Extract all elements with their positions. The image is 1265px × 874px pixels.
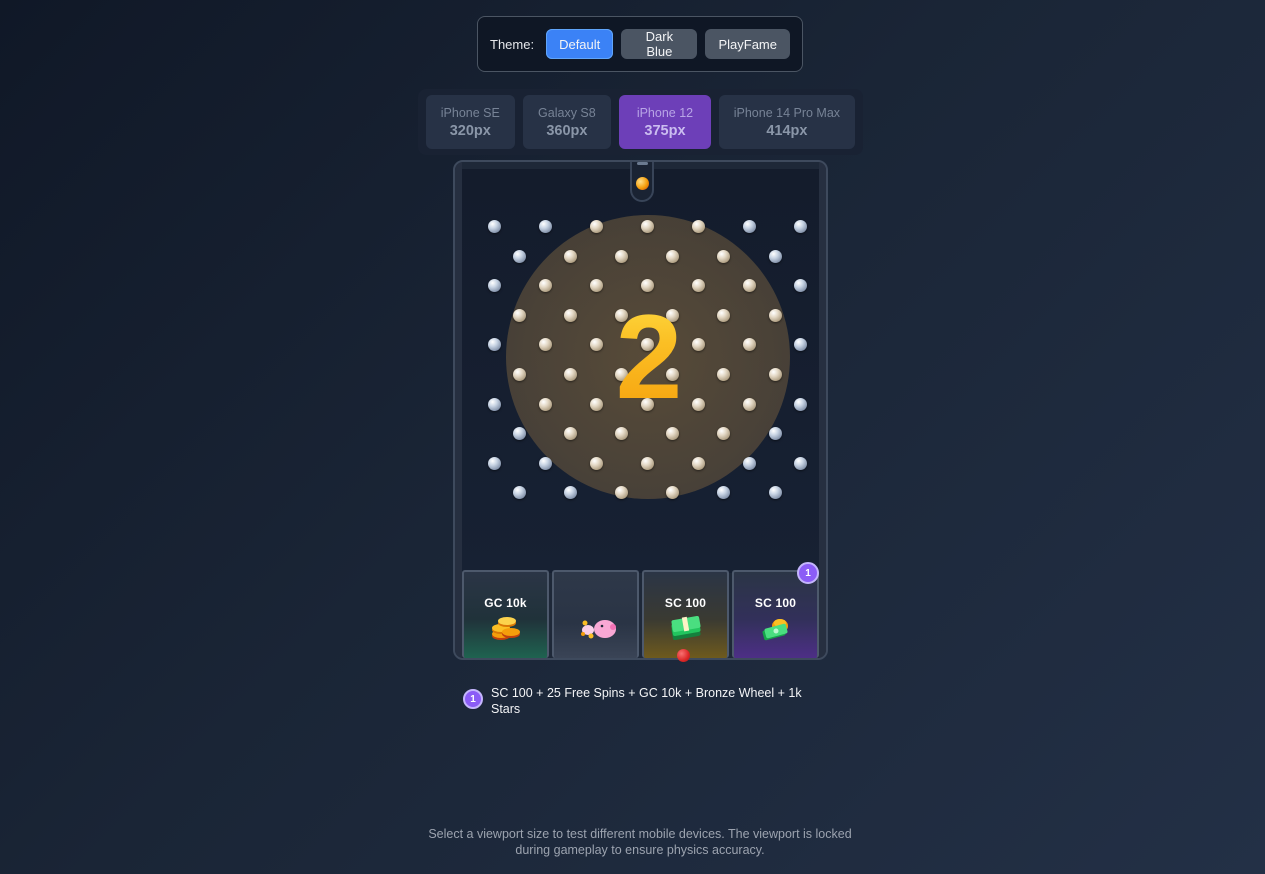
right-rail	[819, 162, 826, 658]
peg	[487, 397, 501, 411]
peg	[743, 397, 756, 411]
countdown-number: 2	[562, 287, 736, 427]
peg	[794, 397, 808, 411]
peg	[513, 427, 526, 441]
peg	[768, 368, 782, 381]
legend-badge: 1	[463, 689, 483, 709]
peg	[717, 486, 731, 500]
prize-slot	[552, 570, 639, 658]
device-iphone-se-button[interactable]: iPhone SE 320px	[426, 95, 515, 149]
device-galaxy-s8-button[interactable]: Galaxy S8 360px	[522, 95, 612, 149]
peg	[768, 486, 782, 500]
device-iphone-14-pro-max-button[interactable]: iPhone 14 Pro Max 414px	[718, 95, 856, 149]
game-viewport[interactable]: 2 GC 10k SC 100 SC 100	[453, 160, 828, 660]
peg	[487, 220, 501, 233]
peg-board: 2	[462, 169, 819, 573]
peg	[768, 427, 782, 441]
peg	[794, 279, 808, 293]
device-iphone-12-button[interactable]: iPhone 12 375px	[619, 95, 711, 149]
legend-text: SC 100 + 25 Free Spins + GC 10k + Bronze…	[491, 686, 802, 716]
cash-stack-icon	[669, 614, 703, 642]
device-size: 414px	[766, 122, 808, 139]
slot-badge: 1	[797, 562, 819, 584]
peg	[615, 249, 629, 263]
peg	[538, 220, 552, 233]
prize-slots: GC 10k SC 100 SC 100	[462, 570, 819, 658]
peg	[768, 308, 782, 322]
left-rail	[455, 162, 462, 658]
device-selector: iPhone SE 320px Galaxy S8 360px iPhone 1…	[418, 89, 863, 155]
peg	[513, 486, 526, 500]
theme-selector: Theme: Default Dark Blue PlayFame	[477, 16, 803, 72]
prize-slot: SC 100	[642, 570, 729, 658]
device-size: 320px	[449, 122, 491, 139]
prize-legend: 1 SC 100 + 25 Free Spins + GC 10k + Bron…	[463, 685, 823, 717]
gold-coins-icon	[489, 614, 523, 642]
theme-dark-blue-button[interactable]: Dark Blue	[621, 29, 698, 59]
device-name: iPhone 14 Pro Max	[733, 105, 841, 120]
peg	[487, 279, 501, 293]
peg	[589, 456, 603, 470]
peg	[717, 249, 731, 263]
peg	[691, 456, 705, 470]
peg	[538, 279, 552, 293]
peg	[666, 249, 680, 263]
peg	[487, 456, 501, 470]
peg	[640, 220, 654, 233]
dropper-cap	[637, 162, 648, 165]
peg	[794, 456, 808, 470]
peg	[564, 486, 578, 500]
peg	[513, 368, 526, 381]
slot-label: SC 100	[754, 596, 797, 610]
device-name: iPhone 12	[636, 105, 694, 120]
device-name: Galaxy S8	[538, 105, 596, 120]
prize-slot: GC 10k	[462, 570, 549, 658]
device-size: 360px	[546, 122, 588, 139]
peg	[640, 456, 654, 470]
peg	[794, 220, 808, 233]
peg	[564, 249, 578, 263]
peg	[691, 220, 705, 233]
theme-label: Theme:	[490, 36, 535, 52]
peg	[666, 486, 680, 500]
ball	[636, 177, 649, 190]
ball-dropper[interactable]	[630, 162, 654, 202]
peg	[768, 249, 782, 263]
viewport-info-text: Select a viewport size to test different…	[428, 827, 852, 857]
cash-bag-icon	[759, 614, 793, 642]
peg	[589, 220, 603, 233]
device-name: iPhone SE	[440, 105, 500, 120]
peg	[743, 220, 756, 233]
slot-label: GC 10k	[484, 596, 527, 610]
peg	[538, 397, 552, 411]
peg	[513, 249, 526, 263]
peg	[743, 456, 756, 470]
theme-playfame-button[interactable]: PlayFame	[705, 29, 790, 59]
slot-marker	[677, 649, 690, 662]
device-size: 375px	[644, 122, 686, 139]
theme-default-button[interactable]: Default	[546, 29, 614, 59]
piggy-bank-icon	[579, 614, 616, 642]
peg	[487, 338, 501, 352]
peg	[538, 456, 552, 470]
peg	[513, 308, 526, 322]
peg	[538, 338, 552, 352]
peg	[794, 338, 808, 352]
slot-label: SC 100	[664, 596, 707, 610]
